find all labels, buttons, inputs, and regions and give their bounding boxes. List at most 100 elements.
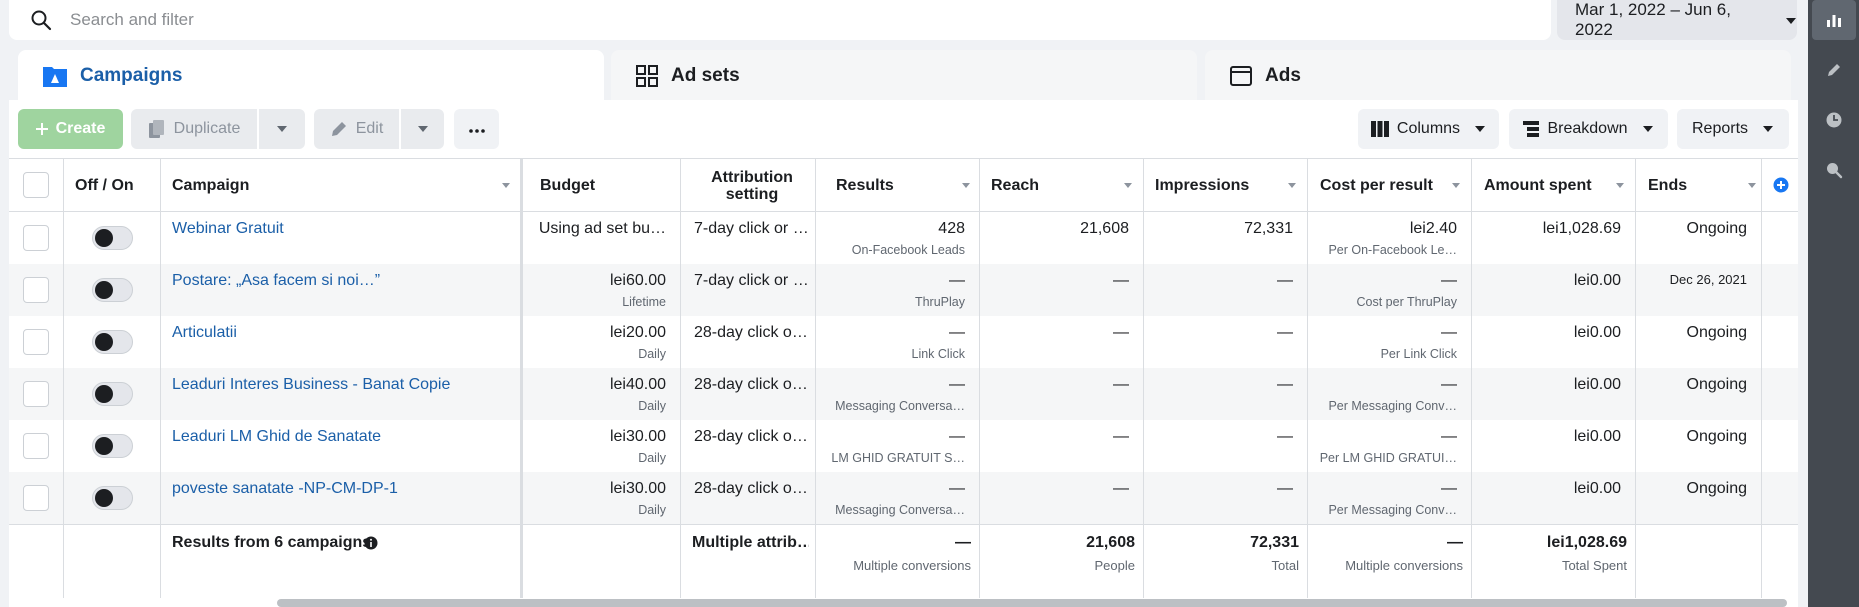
column-off-on[interactable]: Off / On [75, 159, 134, 212]
campaign-name-link[interactable]: Postare: „Asa facem si noi…” [172, 272, 380, 290]
tab-ad-sets-label: Ad sets [671, 65, 740, 86]
campaign-toggle[interactable] [92, 486, 133, 510]
table-row[interactable]: Postare: „Asa facem si noi…” lei60.00 Life… [9, 264, 1798, 316]
campaign-name-link[interactable]: Webinar Gratuit [172, 220, 284, 238]
campaign-toggle[interactable] [92, 434, 133, 458]
impressions-value: — [1277, 272, 1293, 289]
table-row[interactable]: Leaduri Interes Business - Banat Copie le… [9, 368, 1798, 420]
totals-impressions: 72,331 [1250, 534, 1299, 551]
tab-campaigns[interactable]: Campaigns [18, 50, 604, 102]
attribution-value: 7-day click or … [694, 272, 809, 289]
info-icon[interactable] [364, 536, 378, 555]
column-budget[interactable]: Budget [540, 159, 595, 212]
sort-caret-icon[interactable] [1616, 183, 1624, 188]
totals-results: — [955, 534, 971, 551]
row-checkbox[interactable] [23, 225, 49, 251]
cost-sub: Cost per ThruPlay [1356, 295, 1457, 309]
totals-reach: 21,608 [1086, 534, 1135, 551]
tab-ads-label: Ads [1265, 65, 1301, 86]
campaigns-icon [42, 64, 68, 88]
column-cost-per-result[interactable]: Cost per result [1320, 159, 1433, 212]
cost-value: lei2.40 [1409, 220, 1457, 237]
campaign-name-link[interactable]: poveste sanatate -NP-CM-DP-1 [172, 480, 398, 498]
right-rail [1808, 0, 1859, 607]
row-checkbox[interactable] [23, 433, 49, 459]
budget-sub: Daily [638, 451, 666, 465]
edit-dropdown-button[interactable] [401, 109, 444, 149]
sort-caret-icon[interactable] [1124, 183, 1132, 188]
impressions-value: — [1277, 376, 1293, 393]
row-checkbox[interactable] [23, 277, 49, 303]
tab-ads[interactable]: Ads [1205, 50, 1791, 102]
row-checkbox[interactable] [23, 381, 49, 407]
campaign-name-link[interactable]: Leaduri Interes Business - Banat Copie [172, 376, 450, 394]
cost-value: — [1441, 376, 1457, 393]
campaign-toggle[interactable] [92, 226, 133, 250]
select-all-checkbox[interactable] [23, 172, 49, 198]
ends-value: Ongoing [1686, 428, 1748, 445]
budget-value: Using ad set bu… [538, 220, 666, 237]
results-value: — [949, 428, 965, 445]
column-results[interactable]: Results [836, 159, 894, 212]
totals-results-sub: Multiple conversions [853, 558, 971, 573]
pencil-icon[interactable] [1808, 50, 1859, 90]
column-amount-spent[interactable]: Amount spent [1484, 159, 1592, 212]
cost-value: — [1441, 480, 1457, 497]
sort-caret-icon[interactable] [962, 183, 970, 188]
date-range-picker[interactable]: Mar 1, 2022 – Jun 6, 2022 [1557, 0, 1797, 40]
results-value: — [949, 324, 965, 341]
row-checkbox[interactable] [23, 485, 49, 511]
reach-value: — [1113, 376, 1129, 393]
campaign-name-link[interactable]: Leaduri LM Ghid de Sanatate [172, 428, 381, 446]
amount-spent-value: lei1,028.69 [1542, 220, 1621, 237]
budget-sub: Daily [638, 503, 666, 517]
campaign-toggle[interactable] [92, 330, 133, 354]
table-row[interactable]: Leaduri LM Ghid de Sanatate lei30.00 Daily… [9, 420, 1798, 472]
columns-button[interactable]: Columns [1358, 109, 1499, 149]
edit-button[interactable]: Edit [314, 109, 399, 149]
columns-icon [1370, 121, 1389, 137]
duplicate-icon [148, 119, 166, 139]
horizontal-scrollbar[interactable] [277, 599, 1787, 607]
column-attribution[interactable]: Attribution setting [692, 159, 812, 212]
column-impressions[interactable]: Impressions [1155, 159, 1249, 212]
table-row[interactable]: poveste sanatate -NP-CM-DP-1 lei30.00 Dail… [9, 472, 1798, 524]
search-bar[interactable]: Search and filter [9, 0, 1551, 40]
charts-icon[interactable] [1812, 0, 1856, 40]
ends-value: Ongoing [1686, 376, 1748, 393]
column-reach[interactable]: Reach [991, 159, 1039, 212]
create-button[interactable]: Create [18, 109, 123, 149]
search-input[interactable]: Search and filter [70, 10, 194, 30]
duplicate-dropdown-button[interactable] [259, 109, 305, 149]
table-row[interactable]: Webinar Gratuit Using ad set bu… 7-day cli… [9, 212, 1798, 264]
campaign-toggle[interactable] [92, 278, 133, 302]
more-options-button[interactable] [454, 109, 499, 149]
tab-ad-sets[interactable]: Ad sets [611, 50, 1197, 102]
toggle-knob [95, 489, 113, 507]
chevron-down-icon [1642, 125, 1654, 133]
duplicate-button[interactable]: Duplicate [131, 109, 257, 149]
column-ends[interactable]: Ends [1648, 159, 1687, 212]
sort-caret-icon[interactable] [1288, 183, 1296, 188]
campaign-toggle[interactable] [92, 382, 133, 406]
add-column-icon[interactable] [1773, 177, 1789, 198]
campaign-name-link[interactable]: Articulatii [172, 324, 237, 342]
cost-sub: Per Messaging Conv… [1328, 399, 1457, 413]
breakdown-button[interactable]: Breakdown [1509, 109, 1668, 149]
inspect-icon[interactable] [1808, 150, 1859, 190]
clock-icon[interactable] [1808, 100, 1859, 140]
row-checkbox[interactable] [23, 329, 49, 355]
sort-caret-icon[interactable] [1748, 183, 1756, 188]
amount-spent-value: lei0.00 [1573, 324, 1621, 341]
cost-value: — [1441, 324, 1457, 341]
totals-spent: lei1,028.69 [1546, 534, 1627, 551]
toggle-knob [95, 437, 113, 455]
sort-caret-icon[interactable] [1452, 183, 1460, 188]
results-sub: ThruPlay [914, 295, 965, 309]
sort-caret-icon[interactable] [502, 183, 510, 188]
impressions-value: — [1277, 324, 1293, 341]
column-campaign[interactable]: Campaign [172, 159, 249, 212]
table-row[interactable]: Articulatii lei20.00 Daily 28-day click o… —… [9, 316, 1798, 368]
reports-button[interactable]: Reports [1677, 109, 1789, 149]
budget-value: lei30.00 [609, 480, 666, 497]
